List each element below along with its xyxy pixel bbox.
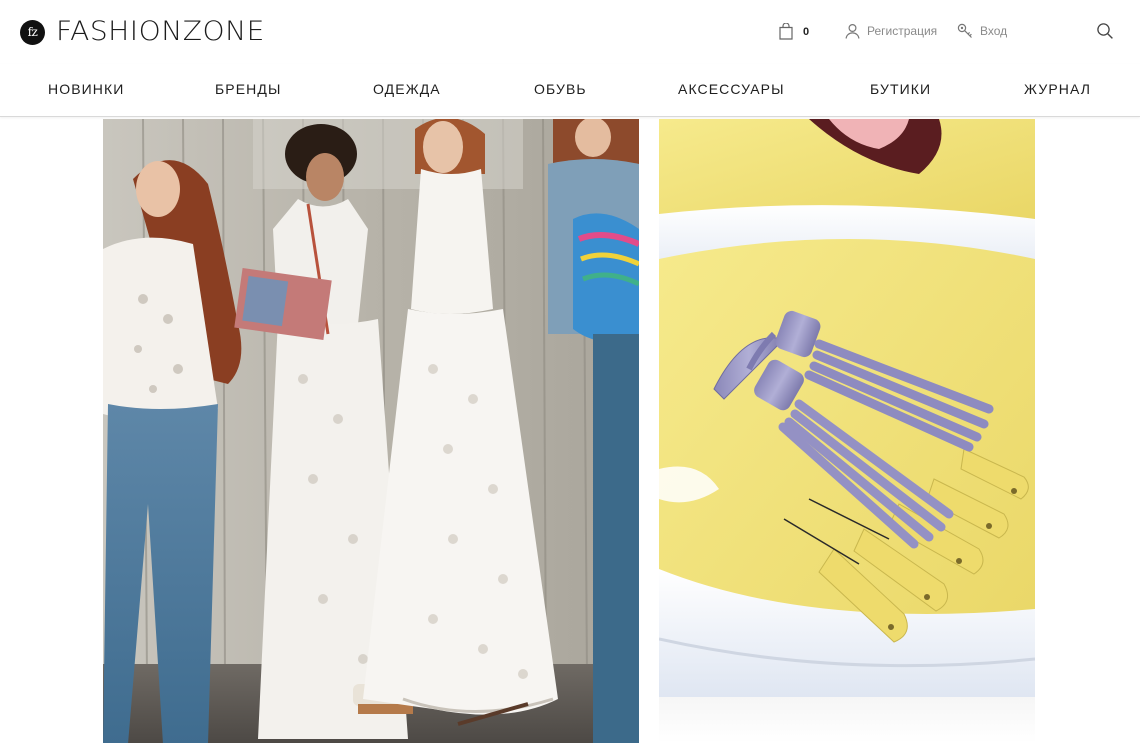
nav-item-accessories[interactable]: АКСЕССУАРЫ [678, 81, 785, 97]
fashionzone-homepage: fz FASHIONZONE 0 Регистрация Вход НОВИНК… [0, 0, 1140, 743]
hero-right-fade [659, 697, 1035, 743]
nav-item-clothing[interactable]: ОДЕЖДА [373, 81, 441, 97]
shoe-tassel-photo [659, 119, 1035, 697]
hero-banner-clothing[interactable] [103, 119, 639, 743]
nav-item-journal[interactable]: ЖУРНАЛ [1024, 81, 1091, 97]
search-icon [1097, 23, 1113, 39]
nav-item-shoes[interactable]: ОБУВЬ [534, 81, 587, 97]
cart-button[interactable]: 0 [778, 23, 809, 40]
key-icon [957, 23, 972, 38]
clothing-photo [103, 119, 639, 743]
hero-banner-shoes[interactable] [659, 119, 1035, 697]
main-navigation: НОВИНКИ БРЕНДЫ ОДЕЖДА ОБУВЬ АКСЕССУАРЫ Б… [0, 64, 1140, 117]
user-icon [845, 23, 860, 39]
nav-item-boutiques[interactable]: БУТИКИ [870, 81, 931, 97]
login-link[interactable]: Вход [957, 23, 1007, 39]
logo-mark-icon: fz [20, 19, 45, 45]
site-header: fz FASHIONZONE 0 Регистрация Вход [0, 0, 1140, 64]
site-logo[interactable]: fz FASHIONZONE [20, 17, 264, 47]
nav-item-brands[interactable]: БРЕНДЫ [215, 81, 281, 97]
register-label: Регистрация [867, 24, 938, 38]
login-label: Вход [980, 24, 1008, 38]
cart-count-badge: 0 [803, 25, 810, 38]
search-button[interactable] [1096, 22, 1114, 40]
nav-item-new[interactable]: НОВИНКИ [48, 81, 124, 97]
shopping-bag-icon [779, 23, 793, 40]
register-link[interactable]: Регистрация [845, 23, 937, 39]
logo-wordmark: FASHIONZONE [56, 16, 265, 47]
